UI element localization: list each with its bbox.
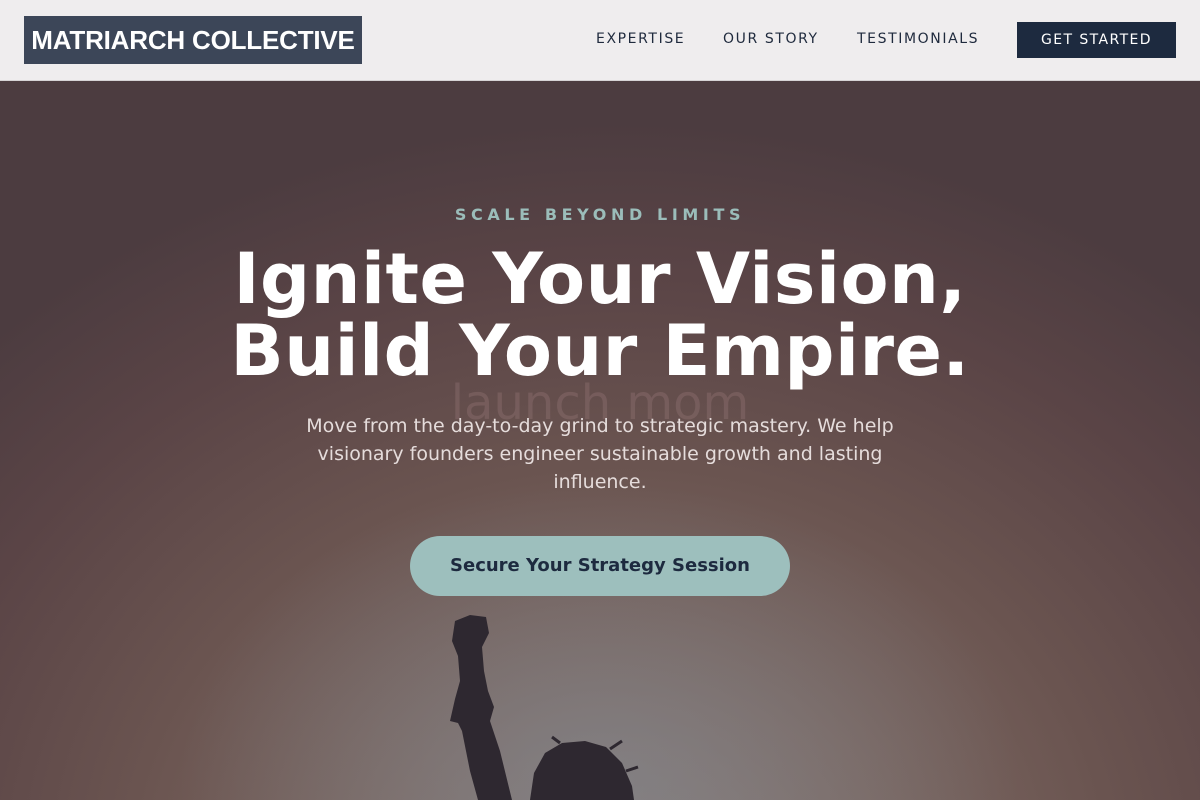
hero-section: SCALE BEYOND LIMITS Ignite Your Vision, … [0,81,1200,800]
top-navigation: MATRIARCH COLLECTIVE EXPERTISE OUR STORY… [0,0,1200,81]
nav-link-expertise[interactable]: EXPERTISE [596,31,685,47]
brand-logo[interactable]: MATRIARCH COLLECTIVE [24,16,362,64]
hero-eyebrow: SCALE BEYOND LIMITS [454,205,746,224]
strategy-session-button[interactable]: Secure Your Strategy Session [410,536,790,596]
nav-link-testimonials[interactable]: TESTIMONIALS [857,31,979,47]
get-started-button[interactable]: GET STARTED [1017,22,1176,58]
hero-subtext: Move from the day-to-day grind to strate… [306,415,894,493]
headline-line-1: Ignite Your Vision, [233,238,967,320]
hero-headline: Ignite Your Vision, Build Your Empire. [0,243,1200,387]
nav-link-our-story[interactable]: OUR STORY [723,31,819,47]
